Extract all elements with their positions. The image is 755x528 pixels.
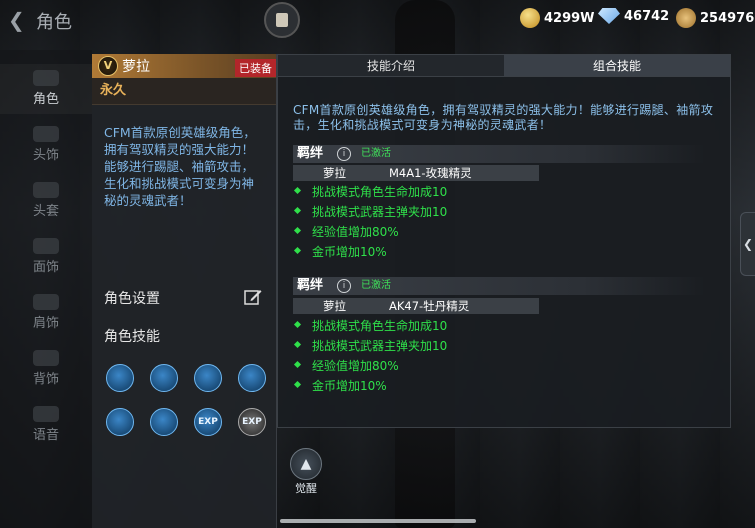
leg-kick-skill-icon[interactable] [106,364,134,392]
diamond-currency[interactable]: 46742 [598,8,669,24]
bonus-item: 挑战模式角色生命加成10 [295,319,447,333]
bond-character: 萝拉 [323,166,346,180]
bonus-item: 挑战模式角色生命加成10 [295,185,447,199]
hood-icon [33,182,59,198]
gold-amount: 4299W [544,10,595,26]
top-bar: ❮ 角色 4299W 46742 254976 [0,0,755,40]
character-name: 萝拉 [122,59,150,75]
bonus-item: 挑战模式武器主弹夹加10 [295,339,447,353]
equipped-badge: 已装备 [235,59,276,77]
bonus-item: 挑战模式武器主弹夹加10 [295,205,447,219]
bond-title: 羁绊 [297,278,324,293]
bond-character: 萝拉 [323,299,346,313]
duration-row: 永久 [92,78,276,105]
nav-item-voice[interactable]: 语音 [0,400,92,450]
duration-label: 永久 [100,83,127,98]
spirit-summon-skill-icon[interactable] [194,364,222,392]
back-accessory-icon [33,350,59,366]
edit-icon[interactable] [244,288,262,306]
medal-amount: 254976 [700,10,755,26]
bond-weapon: AK47-牡丹精灵 [389,299,470,313]
headwear-icon [33,126,59,142]
bonus-item: 金币增加10% [295,379,387,393]
nav-item-headwear[interactable]: 头饰 [0,120,92,170]
bond-status: 已激活 [361,280,391,291]
bond-pair-row: 萝拉 AK47-牡丹精灵 [293,298,539,314]
info-icon[interactable]: i [337,147,351,161]
nav-item-hood[interactable]: 头套 [0,176,92,226]
bonus-item: 经验值增加80% [295,359,399,373]
exp-boost-skill-icon[interactable]: EXP [194,408,222,436]
awaken-arrow-icon: ▲ [290,448,322,480]
bond-weapon: M4A1-玫瑰精灵 [389,166,472,180]
voice-icon [33,406,59,422]
awaken-label: 觉醒 [295,482,317,495]
page-title: 角色 [36,12,72,33]
vip-badge-icon: V [98,56,118,76]
bond-pair-row: 萝拉 M4A1-玫瑰精灵 [293,165,539,181]
tab-combo-skill[interactable]: 组合技能 [504,55,730,77]
bond-title: 羁绊 [297,146,324,161]
bonus-item: 金币增加10% [295,245,387,259]
bond-status: 已激活 [361,148,391,159]
skill-info-panel: 技能介绍 组合技能 CFM首款原创英雄级角色，拥有驾驭精灵的强大能力！能够进行踢… [277,54,731,428]
nav-item-role[interactable]: 角色 [0,64,92,114]
disabled-weapon-skill-icon[interactable] [150,408,178,436]
character-panel: V 萝拉 已装备 永久 CFM首款原创英雄级角色，拥有驾驭精灵的强大能力！能够进… [92,54,277,528]
bonus-item: 经验值增加80% [295,225,399,239]
medal-currency[interactable]: 254976 [676,8,754,28]
collapse-handle-chevron-left-icon[interactable]: ❮ [740,212,755,276]
exp-plus-skill-icon[interactable]: EXP [238,408,266,436]
face-icon [33,238,59,254]
info-icon[interactable]: i [337,279,351,293]
role-skills-label: 角色技能 [104,329,160,345]
sleeve-arrow-skill-icon[interactable] [150,364,178,392]
bio-mode-skill-icon[interactable] [106,408,134,436]
medal-icon [676,8,696,28]
awaken-button[interactable]: ▲ 觉醒 [288,448,324,495]
character-description: CFM首款原创英雄级角色，拥有驾驭精灵的强大能力！能够进行踢腿、袖箭攻击，生化和… [104,125,256,208]
gold-coin-icon [520,8,540,28]
back-arrow-icon[interactable]: ❮ [8,8,25,32]
role-settings-label: 角色设置 [104,291,160,307]
nav-item-shoulder[interactable]: 肩饰 [0,288,92,338]
diamond-amount: 46742 [624,8,670,24]
role-settings-row[interactable]: 角色设置 [104,288,266,310]
role-icon [33,70,59,86]
soul-warrior-skill-icon[interactable] [238,364,266,392]
tab-skill-intro[interactable]: 技能介绍 [278,55,504,77]
info-tabs: 技能介绍 组合技能 [278,55,730,77]
bond-header: 羁绊 i 已激活 [293,145,705,163]
left-nav: 角色 头饰 头套 面饰 肩饰 背饰 语音 [0,50,92,528]
bond-header: 羁绊 i 已激活 [293,277,705,295]
horizontal-scrollbar[interactable] [280,519,476,523]
menu-document-button[interactable] [264,2,300,38]
document-icon [276,13,288,27]
diamond-icon [598,8,620,24]
nav-item-back[interactable]: 背饰 [0,344,92,394]
shoulder-icon [33,294,59,310]
character-header: V 萝拉 已装备 [92,54,276,78]
nav-item-face[interactable]: 面饰 [0,232,92,282]
gold-currency[interactable]: 4299W [520,8,595,28]
skill-intro-text: CFM首款原创英雄级角色，拥有驾驭精灵的强大能力！能够进行踢腿、袖箭攻击，生化和… [293,103,714,132]
